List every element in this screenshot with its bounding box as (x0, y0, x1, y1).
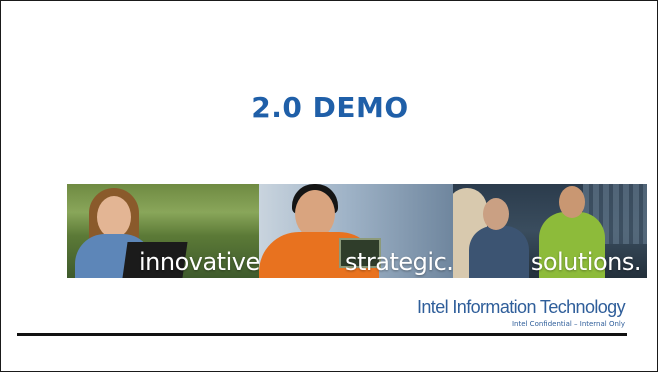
banner-tagline: strategic. (345, 248, 453, 276)
confidentiality-notice: Intel Confidential – Internal Only (511, 320, 625, 328)
person-face (97, 196, 131, 238)
person-face (483, 198, 509, 230)
slide: 2.0 DEMO innovative. strategic. solution… (0, 0, 658, 372)
brand-name: Intel Information Technology (416, 297, 626, 317)
branding: Intel Information Technology Intel Confi… (416, 297, 626, 328)
person-body (469, 226, 529, 278)
divider-rule (17, 333, 627, 336)
banner-panel-strategic: strategic. (259, 184, 453, 278)
banner-image: innovative. strategic. solutions. (67, 184, 647, 278)
person-face (295, 190, 335, 238)
banner-panel-innovative: innovative. (67, 184, 259, 278)
person-face (559, 186, 585, 218)
banner-panel-solutions: solutions. (453, 184, 647, 278)
banner-tagline: innovative. (139, 248, 259, 276)
banner-tagline: solutions. (530, 248, 642, 276)
slide-title: 2.0 DEMO (251, 91, 409, 124)
